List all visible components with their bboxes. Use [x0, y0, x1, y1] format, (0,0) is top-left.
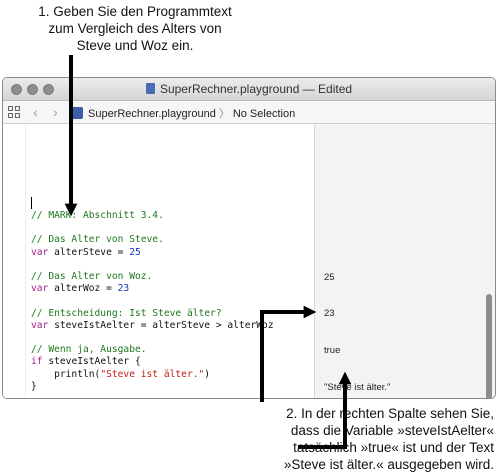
code-keyword: var [31, 319, 49, 331]
playground-icon [71, 107, 83, 119]
callout-line: zum Vergleich des Alters von [48, 21, 222, 36]
line-gutter [3, 124, 26, 398]
code-text: alterWoz = [48, 283, 118, 295]
title-bar: SuperRechner.playground — Edited [3, 78, 495, 101]
breadcrumb: SuperRechner.playground 〉 No Selection [71, 105, 295, 121]
text-cursor [31, 197, 32, 209]
callout-line: »Steve ist älter.« ausgegeben wird. [283, 457, 494, 472]
callout-step-2: 2. In der rechten Spalte sehen Sie, dass… [204, 405, 494, 473]
code-keyword: if [31, 356, 43, 368]
code-comment: // Wenn ja, Ausgabe. [31, 344, 147, 356]
code-comment: // Das Alter von Steve. [31, 234, 164, 246]
breadcrumb-file[interactable]: SuperRechner.playground [88, 108, 216, 120]
callout-line: 2. In der rechten Spalte sehen Sie, [286, 406, 494, 421]
code-comment: // Entscheidung: Ist Steve älter? [31, 307, 222, 319]
callout-step-1: 1. Geben Sie den Programmtext zum Vergle… [20, 3, 250, 54]
playground-window: SuperRechner.playground — Edited ‹ › Sup… [2, 77, 496, 399]
breadcrumb-separator-icon: 〉 [218, 108, 230, 120]
forward-arrow-icon[interactable]: › [53, 104, 58, 120]
code-text: steveIstAelter = alterSteve > alterWoz [48, 319, 274, 331]
result-steve-ist-aelter[interactable]: true [324, 345, 340, 356]
callout-line: dass die Variable »steveIstAelter« [290, 423, 494, 438]
jump-bar: ‹ › SuperRechner.playground 〉 No Selection [3, 101, 495, 124]
callout-line: 1. Geben Sie den Programmtext [38, 4, 232, 19]
source-code[interactable]: // MARK: Abschnitt 3.4. // Das Alter von… [31, 210, 274, 393]
result-println[interactable]: "Steve ist älter." [324, 382, 390, 393]
code-text: steveIstAelter { [42, 356, 141, 368]
back-arrow-icon[interactable]: ‹ [33, 104, 38, 120]
code-comment: // MARK: Abschnitt 3.4. [31, 210, 164, 221]
code-keyword: var [31, 246, 49, 258]
callout-line: Steve und Woz ein. [76, 38, 194, 53]
results-sidebar: 25 23 true "Steve ist älter." [314, 124, 495, 398]
code-text: alterSteve = [48, 246, 130, 258]
result-alter-woz[interactable]: 23 [324, 308, 335, 319]
code-text: ) [204, 368, 211, 380]
code-number: 23 [117, 283, 130, 295]
related-items-icon[interactable] [8, 106, 20, 118]
code-keyword: var [31, 283, 49, 295]
code-number: 25 [129, 246, 141, 258]
code-text: println( [31, 368, 101, 380]
window-title-text: SuperRechner.playground — Edited [159, 82, 353, 96]
breadcrumb-selection[interactable]: No Selection [233, 108, 295, 120]
result-alter-steve[interactable]: 25 [324, 272, 335, 283]
code-comment: // Das Alter von Woz. [31, 271, 153, 283]
code-string: "Steve ist älter." [100, 368, 205, 380]
vertical-scrollbar[interactable] [486, 294, 492, 398]
code-editor[interactable]: // MARK: Abschnitt 3.4. // Das Alter von… [3, 124, 313, 398]
code-text: } [31, 380, 37, 392]
callout-line: tatsächlich »true« ist und der Text [293, 440, 494, 455]
window-title: SuperRechner.playground — Edited [3, 82, 495, 96]
playground-file-icon [145, 83, 155, 94]
